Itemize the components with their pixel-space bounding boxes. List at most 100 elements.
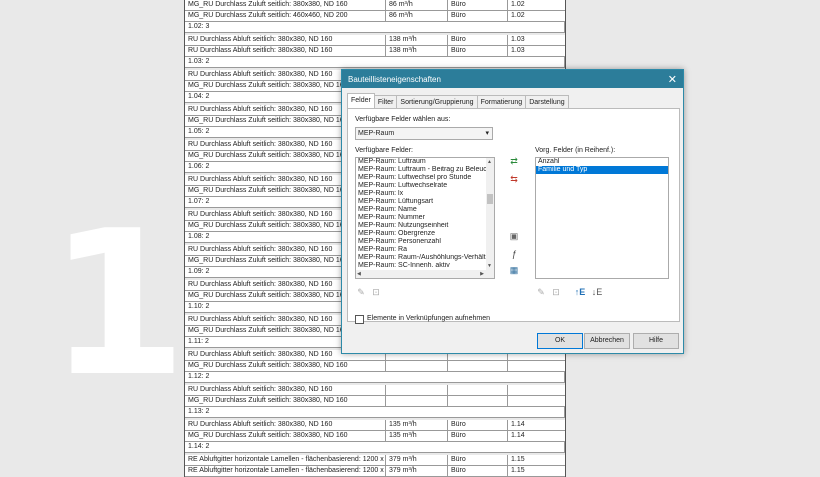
scroll-down-icon[interactable]: ▼ [487, 263, 492, 269]
cancel-button[interactable]: Abbrechen [584, 333, 630, 349]
schedule-cell [508, 361, 565, 371]
schedule-cell [508, 385, 565, 395]
schedule-cell: Büro [448, 35, 508, 45]
dialog-titlebar[interactable]: Bauteillisteneigenschaften ✕ [342, 70, 683, 88]
available-field-item[interactable]: MEP-Raum: Luftwechselrate [356, 182, 494, 190]
available-field-item[interactable]: MEP-Raum: Raum-/Aushöhlungs-Verhältnis [356, 254, 494, 262]
schedule-cell: RU Durchlass Abluft seitlich: 380x380, N… [185, 420, 386, 430]
available-field-item[interactable]: MEP-Raum: Obergrenze [356, 230, 494, 238]
available-field-item[interactable]: MEP-Raum: Ra [356, 246, 494, 254]
schedule-cell: Büro [448, 420, 508, 430]
available-field-item[interactable]: MEP-Raum: Luftraum [356, 158, 494, 166]
tab-formatierung[interactable]: Formatierung [476, 95, 527, 109]
delete-parameter-icon[interactable]: ⊡ [370, 287, 382, 297]
close-icon[interactable]: ✕ [668, 73, 677, 86]
schedule-cell: 135 m³/h [386, 420, 448, 430]
available-field-item[interactable]: MEP-Raum: Name [356, 206, 494, 214]
schedule-cell: 1.15 [511, 456, 525, 463]
tab-filter[interactable]: Filter [373, 95, 398, 109]
ok-button[interactable]: OK [537, 333, 583, 349]
combine-parameters-icon[interactable]: ▦ [508, 265, 520, 275]
available-field-item[interactable]: MEP-Raum: Lüftungsart [356, 198, 494, 206]
schedule-cell [448, 385, 508, 395]
schedule-cell: Büro [448, 46, 508, 56]
category-select[interactable]: MEP-Raum ▾ [355, 127, 493, 140]
schedule-cell: 138 m³/h [386, 35, 448, 45]
available-fields-label: Verfügbare Felder: [355, 147, 413, 154]
fields-panel: Verfügbare Felder wählen aus: MEP-Raum ▾… [347, 108, 680, 324]
schedule-group-label: 1.03: 2 [185, 57, 565, 67]
schedule-cell: RU Durchlass Abluft seitlich: 380x380, N… [185, 35, 386, 45]
tab-strip: Felder Filter Sortierung/Gruppierung For… [347, 93, 569, 109]
schedule-cell: MG_RU Durchlass Zuluft seitlich: 380x380… [185, 361, 386, 371]
available-field-item[interactable]: MEP-Raum: Luftraum - Beitrag zu Beleucht [356, 166, 494, 174]
scrollbar-thumb[interactable] [487, 194, 493, 204]
schedule-cell: Büro [448, 0, 508, 10]
schedule-cell: Büro [448, 431, 508, 441]
schedule-cell: 86 m³/h [386, 0, 448, 10]
scheduled-fields-label: Vorg. Felder (in Reihenf.): [535, 147, 616, 154]
scheduled-field-item[interactable]: Familie und Typ [536, 166, 668, 174]
schedule-group-row: 1.02: 3 [185, 22, 565, 33]
add-field-icon[interactable]: ⇄ [508, 156, 520, 166]
schedule-row: RE Abluftgitter horizontale Lamellen - f… [185, 455, 565, 466]
schedule-cell [386, 361, 448, 371]
edit-scheduled-icon[interactable]: ✎ [535, 287, 547, 297]
scroll-up-icon[interactable]: ▲ [487, 159, 492, 165]
schedule-cell [448, 396, 508, 406]
schedule-properties-dialog: Bauteillisteneigenschaften ✕ Felder Filt… [341, 69, 684, 354]
schedule-cell: MG_RU Durchlass Zuluft seitlich: 380x380… [185, 431, 386, 441]
move-down-icon[interactable]: ↓E [591, 287, 603, 297]
tab-sortierung[interactable]: Sortierung/Gruppierung [396, 95, 478, 109]
schedule-row: MG_RU Durchlass Zuluft seitlich: 380x380… [185, 361, 565, 372]
chevron-down-icon: ▾ [485, 130, 489, 137]
schedule-row: MG_RU Durchlass Zuluft seitlich: 460x460… [185, 11, 565, 22]
available-field-item[interactable]: MEP-Raum: Personenzahl [356, 238, 494, 246]
tab-felder[interactable]: Felder [347, 93, 375, 109]
include-links-checkbox[interactable] [355, 315, 364, 324]
schedule-cell: 379 m³/h [386, 466, 448, 476]
scroll-right-icon[interactable]: ▶ [480, 271, 484, 277]
schedule-cell: Büro [448, 466, 508, 476]
available-list-hscrollbar[interactable]: ◀ ▶ [356, 270, 494, 278]
available-field-item[interactable]: MEP-Raum: SC-Innenh. aktiv [356, 262, 494, 270]
schedule-cell [386, 385, 448, 395]
schedule-cell: 1.02 [511, 1, 525, 8]
scheduled-fields-list[interactable]: Anzahl Familie und Typ [535, 157, 669, 279]
schedule-row: MG_RU Durchlass Zuluft seitlich: 380x380… [185, 396, 565, 407]
available-fields-list[interactable]: MEP-Raum: Luftraum MEP-Raum: Luftraum - B… [355, 157, 495, 279]
remove-field-icon[interactable]: ⇆ [508, 174, 520, 184]
schedule-cell [448, 361, 508, 371]
available-field-item[interactable]: MEP-Raum: Nummer [356, 214, 494, 222]
available-field-item[interactable]: MEP-Raum: Nutzungseinheit [356, 222, 494, 230]
schedule-row: RU Durchlass Abluft seitlich: 380x380, N… [185, 385, 565, 396]
schedule-group-row: 1.13: 2 [185, 407, 565, 418]
move-up-icon[interactable]: ↑E [574, 287, 586, 297]
help-button[interactable]: Hilfe [633, 333, 679, 349]
available-field-item[interactable]: MEP-Raum: Luftwechsel pro Stunde [356, 174, 494, 182]
schedule-group-row: 1.14: 2 [185, 442, 565, 453]
add-parameter-icon[interactable]: ▣ [508, 231, 520, 241]
schedule-cell [508, 396, 565, 406]
schedule-cell: 379 m³/h [386, 455, 448, 465]
tab-darstellung[interactable]: Darstellung [525, 95, 569, 109]
schedule-cell: 1.03 [511, 36, 525, 43]
edit-parameter-icon[interactable]: ✎ [355, 287, 367, 297]
schedule-cell: Büro [448, 455, 508, 465]
delete-scheduled-icon[interactable]: ⊡ [550, 287, 562, 297]
schedule-cell: RU Durchlass Abluft seitlich: 380x380, N… [185, 385, 386, 395]
schedule-cell: 1.15 [511, 467, 525, 474]
dialog-title: Bauteillisteneigenschaften [348, 74, 441, 84]
schedule-cell: 1.14 [511, 432, 525, 439]
available-field-item[interactable]: MEP-Raum: lx [356, 190, 494, 198]
scroll-left-icon[interactable]: ◀ [357, 271, 361, 277]
schedule-cell: MG_RU Durchlass Zuluft seitlich: 460x460… [185, 11, 386, 21]
schedule-row: RU Durchlass Abluft seitlich: 380x380, N… [185, 420, 565, 431]
schedule-group-label: 1.12: 2 [185, 372, 565, 382]
schedule-cell: 1.03 [511, 47, 525, 54]
calculated-value-icon[interactable]: ƒ [508, 249, 520, 259]
schedule-cell: 1.02 [511, 12, 525, 19]
available-list-scrollbar[interactable]: ▲ ▼ [486, 158, 494, 270]
schedule-cell: 1.14 [511, 421, 525, 428]
scheduled-field-item[interactable]: Anzahl [536, 158, 668, 166]
